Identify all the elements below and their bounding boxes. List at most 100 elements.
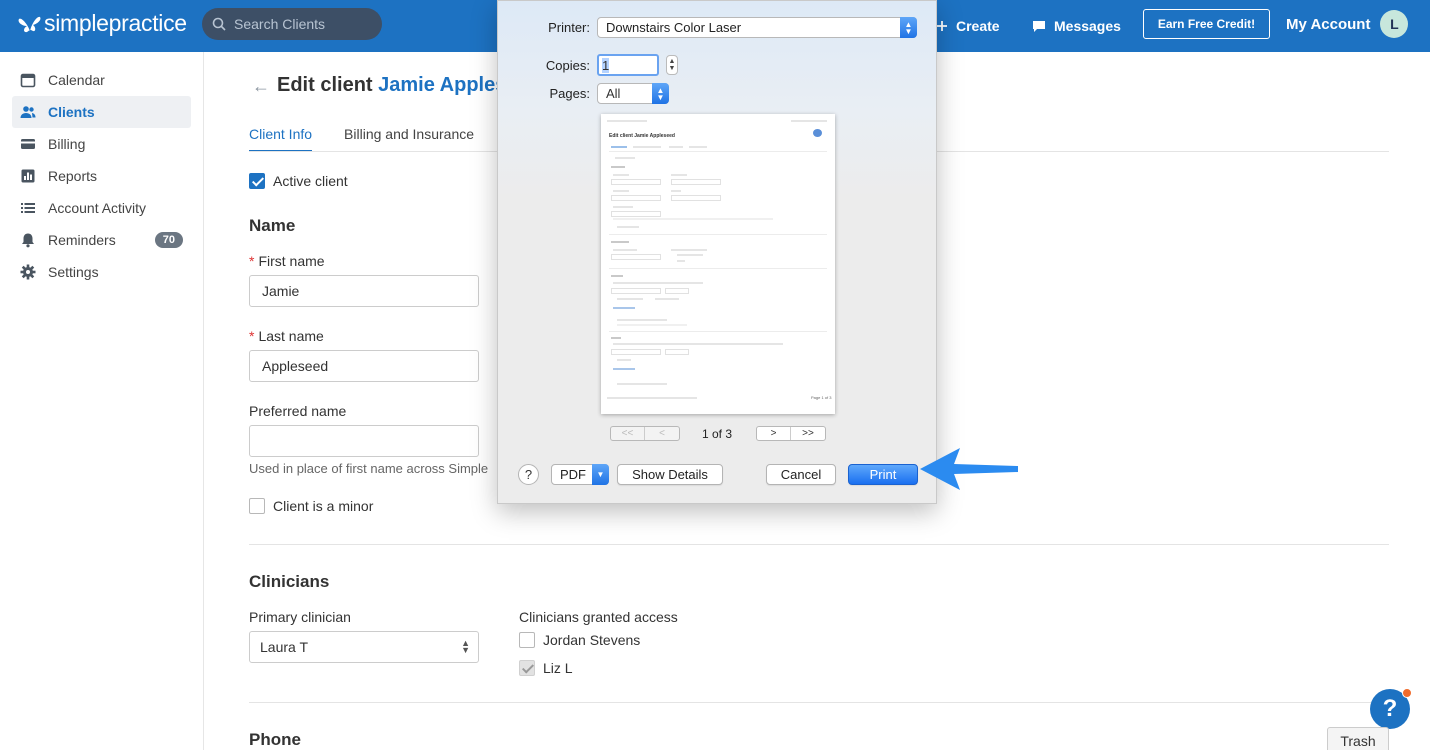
pager-back-group: << <	[610, 426, 680, 441]
create-button[interactable]: Create	[936, 0, 1000, 52]
search-placeholder: Search Clients	[234, 16, 326, 32]
preview-text	[615, 157, 635, 159]
printer-value: Downstairs Color Laser	[606, 20, 742, 35]
preview-line	[609, 151, 827, 152]
chevron-down-icon: ▼	[592, 464, 609, 485]
active-client-checkbox[interactable]	[249, 173, 265, 189]
printer-select[interactable]: Downstairs Color Laser ▲ ▼	[597, 17, 917, 38]
preview-text	[617, 383, 667, 385]
client-minor-checkbox[interactable]	[249, 498, 265, 514]
simplepractice-logo[interactable]: simplepractice	[18, 10, 187, 37]
preview-heading	[611, 241, 629, 243]
minor-row: Client is a minor	[249, 498, 373, 514]
name-section-title: Name	[249, 216, 296, 235]
search-clients-input[interactable]: Search Clients	[202, 8, 382, 40]
preview-field	[665, 349, 689, 355]
sidebar-item-account-activity[interactable]: Account Activity	[12, 192, 191, 224]
pages-label: Pages:	[549, 86, 590, 101]
preview-link	[613, 368, 635, 370]
chat-bubble-icon	[1033, 20, 1045, 32]
earn-free-credit-button[interactable]: Earn Free Credit!	[1143, 9, 1270, 39]
list-icon	[21, 203, 35, 213]
phone-section-title: Phone	[249, 730, 301, 749]
jordan-stevens-checkbox[interactable]	[519, 632, 535, 648]
first-page-button[interactable]: <<	[611, 427, 645, 440]
preview-title: Edit client Jamie Appleseed	[609, 133, 675, 139]
last-name-label: * Last name	[249, 328, 324, 344]
copies-stepper[interactable]: ▲ ▼	[666, 55, 678, 75]
granted-name: Liz L	[543, 660, 573, 676]
preview-field	[671, 195, 721, 201]
sidebar-item-settings[interactable]: Settings	[12, 256, 191, 288]
notification-dot	[1402, 688, 1412, 698]
preview-heading	[611, 275, 623, 277]
preview-page-number: Page 1 of 3	[811, 395, 832, 400]
sidebar-item-calendar[interactable]: Calendar	[12, 64, 191, 96]
clinicians-section-title: Clinicians	[249, 572, 330, 591]
first-name-field[interactable]: Jamie	[249, 275, 479, 307]
sidebar-item-billing[interactable]: Billing	[12, 128, 191, 160]
copies-value: 1	[602, 57, 610, 73]
preview-heading	[611, 166, 625, 168]
preview-text	[617, 359, 631, 361]
dropdown-arrows-icon: ▲ ▼	[900, 17, 917, 38]
copies-input[interactable]: 1	[597, 54, 659, 76]
last-name-value: Appleseed	[262, 358, 329, 374]
my-account-menu[interactable]: My Account L	[1286, 0, 1409, 48]
tab-billing-insurance[interactable]: Billing and Insurance	[344, 122, 474, 152]
minor-label: Client is a minor	[273, 498, 374, 514]
pdf-label: PDF	[560, 467, 586, 482]
page-title: Edit client Jamie Applese	[277, 74, 517, 97]
last-name-field[interactable]: Appleseed	[249, 350, 479, 382]
back-arrow-icon[interactable]: ←	[252, 76, 270, 97]
primary-clinician-value: Laura T	[260, 639, 308, 655]
preview-tab	[611, 146, 627, 148]
pages-select[interactable]: All ▲ ▼	[597, 83, 669, 104]
last-page-button[interactable]: >>	[791, 427, 825, 440]
prev-page-button[interactable]: <	[645, 427, 679, 440]
preview-text	[671, 249, 707, 251]
pages-value: All	[606, 86, 621, 101]
preview-text	[617, 226, 639, 228]
sidebar-item-label: Reminders	[48, 232, 116, 248]
bar-chart-icon	[21, 169, 35, 183]
preview-text	[613, 343, 783, 345]
preview-text	[613, 249, 637, 251]
messages-button[interactable]: Messages	[1032, 0, 1121, 52]
sidebar-item-reports[interactable]: Reports	[12, 160, 191, 192]
primary-clinician-label: Primary clinician	[249, 609, 351, 625]
primary-clinician-select[interactable]: Laura T ▲ ▼	[249, 631, 479, 663]
preview-field	[611, 349, 661, 355]
cancel-button[interactable]: Cancel	[766, 464, 836, 485]
preferred-name-label: Preferred name	[249, 403, 347, 419]
section-divider	[249, 702, 1389, 703]
sidebar-item-label: Reports	[48, 168, 98, 184]
preview-field	[611, 254, 661, 260]
preferred-name-field[interactable]	[249, 425, 479, 457]
credit-card-icon	[21, 139, 35, 149]
preview-field	[611, 195, 661, 201]
print-button[interactable]: Print	[848, 464, 918, 485]
first-name-value: Jamie	[262, 283, 300, 299]
sidebar-item-clients[interactable]: Clients	[12, 96, 191, 128]
dialog-help-button[interactable]: ?	[518, 464, 539, 485]
preview-text	[671, 174, 687, 176]
pdf-menu-button[interactable]: PDF ▼	[551, 464, 609, 485]
last-name-label-text: Last name	[258, 328, 324, 344]
tab-client-info[interactable]: Client Info	[249, 122, 313, 152]
butterfly-icon	[18, 16, 41, 32]
granted-access-label: Clinicians granted access	[519, 609, 678, 625]
preview-line	[609, 268, 827, 269]
granted-row-jordan: Jordan Stevens	[519, 632, 640, 648]
avatar[interactable]: L	[1380, 10, 1409, 38]
liz-l-checkbox[interactable]	[519, 660, 535, 676]
active-client-label: Active client	[273, 173, 348, 189]
show-details-button[interactable]: Show Details	[617, 464, 723, 485]
trash-button[interactable]: Trash	[1327, 727, 1389, 750]
next-page-button[interactable]: >	[757, 427, 791, 440]
preview-text	[655, 298, 679, 300]
sidebar: Calendar Clients Billing Reports Account…	[0, 52, 204, 750]
preview-text	[613, 218, 773, 220]
preview-tab	[689, 146, 707, 148]
sidebar-item-reminders[interactable]: Reminders 70	[12, 224, 191, 256]
